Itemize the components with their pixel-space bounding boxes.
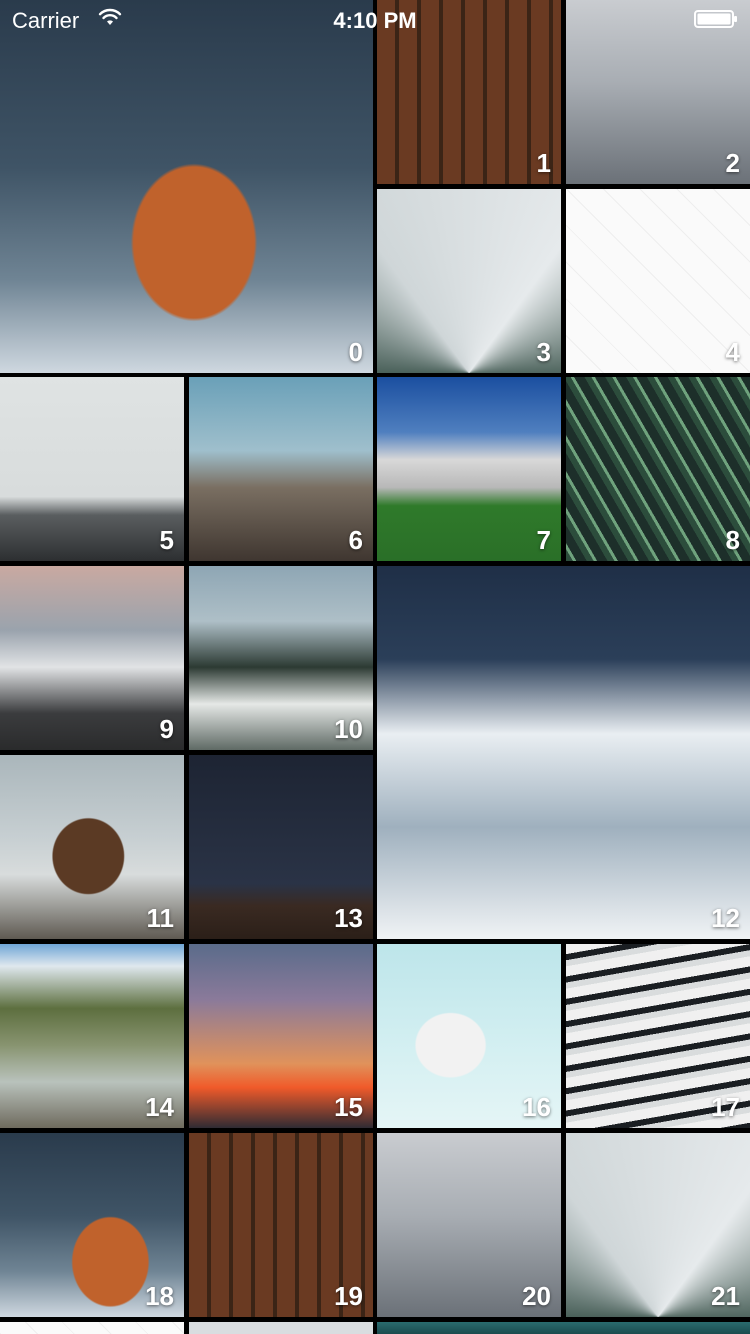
photo-number: 6 bbox=[348, 525, 363, 555]
photo-number: 17 bbox=[711, 1092, 740, 1122]
photo-tile[interactable]: 12 bbox=[377, 566, 750, 939]
clock: 4:10 PM bbox=[333, 8, 417, 33]
photo-tile[interactable]: 19 bbox=[189, 1133, 373, 1317]
photo-grid[interactable]: 0 1 2 3 4 5 6 7 8 9 10 12 11 13 14 15 16… bbox=[0, 0, 750, 1334]
photo-tile[interactable]: 21 bbox=[566, 1133, 750, 1317]
photo-tile[interactable]: 13 bbox=[189, 755, 373, 939]
photo-number: 3 bbox=[536, 337, 551, 367]
photo-tile[interactable]: 16 bbox=[377, 944, 561, 1128]
photo-tile[interactable]: 14 bbox=[0, 944, 184, 1128]
photo-number: 8 bbox=[725, 525, 740, 555]
photo-tile[interactable]: 10 bbox=[189, 566, 373, 750]
photo-number: 10 bbox=[334, 714, 363, 744]
photo-number: 19 bbox=[334, 1281, 363, 1311]
photo-number: 1 bbox=[536, 148, 551, 178]
photo-number: 12 bbox=[711, 903, 740, 933]
photo-number: 11 bbox=[146, 903, 175, 933]
photo-tile[interactable]: 4 bbox=[566, 189, 750, 373]
photo-number: 20 bbox=[522, 1281, 551, 1311]
photo-tile[interactable]: 17 bbox=[566, 944, 750, 1128]
photo-tile[interactable]: 15 bbox=[189, 944, 373, 1128]
photo-tile[interactable]: 20 bbox=[377, 1133, 561, 1317]
battery-icon bbox=[694, 10, 737, 28]
photo-tile[interactable] bbox=[377, 1322, 750, 1334]
photo-number: 14 bbox=[145, 1092, 174, 1122]
photo-tile[interactable]: 8 bbox=[566, 377, 750, 561]
photo-number: 4 bbox=[725, 337, 740, 367]
photo-number: 5 bbox=[159, 525, 174, 555]
photo-number: 18 bbox=[145, 1281, 174, 1311]
photo-number: 21 bbox=[711, 1281, 740, 1311]
photo-number: 16 bbox=[522, 1092, 551, 1122]
photo-number: 13 bbox=[334, 903, 363, 933]
photo-number: 2 bbox=[725, 148, 740, 178]
photo-tile[interactable] bbox=[189, 1322, 373, 1334]
photo-tile[interactable]: 18 bbox=[0, 1133, 184, 1317]
photo-tile[interactable]: 6 bbox=[189, 377, 373, 561]
photo-tile[interactable] bbox=[0, 1322, 184, 1334]
photo-tile[interactable]: 5 bbox=[0, 377, 184, 561]
photo-tile[interactable]: 9 bbox=[0, 566, 184, 750]
photo-tile[interactable]: 11 bbox=[0, 755, 184, 939]
photo-number: 15 bbox=[334, 1092, 363, 1122]
photo-number: 7 bbox=[536, 525, 551, 555]
status-bar: Carrier 4:10 PM bbox=[0, 0, 750, 40]
photo-tile[interactable]: 3 bbox=[377, 189, 561, 373]
photo-tile[interactable]: 0 bbox=[0, 0, 373, 373]
photo-number: 0 bbox=[348, 337, 363, 367]
photo-tile[interactable]: 7 bbox=[377, 377, 561, 561]
photo-number: 9 bbox=[159, 714, 174, 744]
